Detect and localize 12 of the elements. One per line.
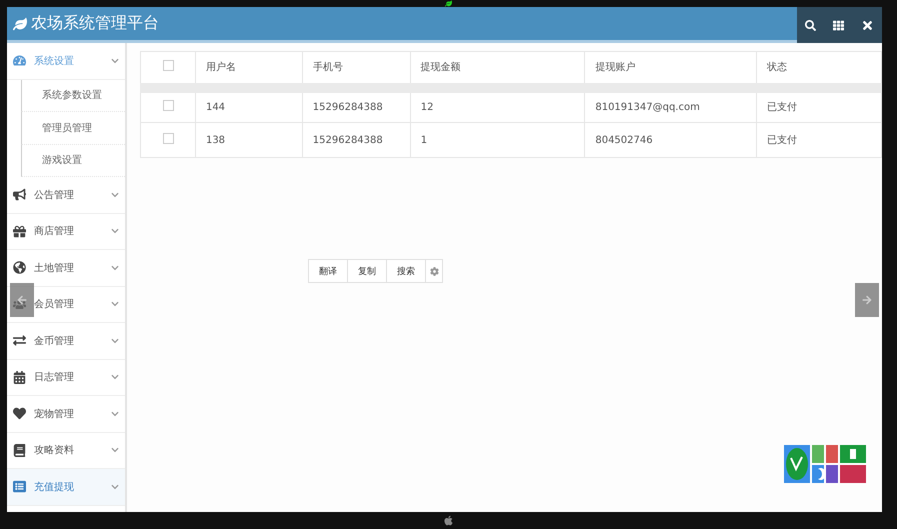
app-title: 农场系统管理平台: [31, 13, 159, 34]
table-cell: 138: [195, 122, 302, 158]
sidebar-item[interactable]: 充值提现: [7, 469, 125, 506]
table-cell: 804502746: [584, 122, 757, 158]
table-cell: 已支付: [756, 122, 882, 158]
sidebar-item[interactable]: 日志管理: [7, 360, 125, 396]
sidebar-item[interactable]: 攻略资料: [7, 432, 125, 469]
table-cell: 15296284388: [302, 122, 410, 158]
submenu-item[interactable]: 系统参数设置: [21, 80, 125, 112]
submenu-item[interactable]: 管理员管理: [21, 112, 125, 144]
sidebar-item[interactable]: 商店管理: [7, 214, 125, 250]
table-cell: 1: [410, 122, 585, 158]
